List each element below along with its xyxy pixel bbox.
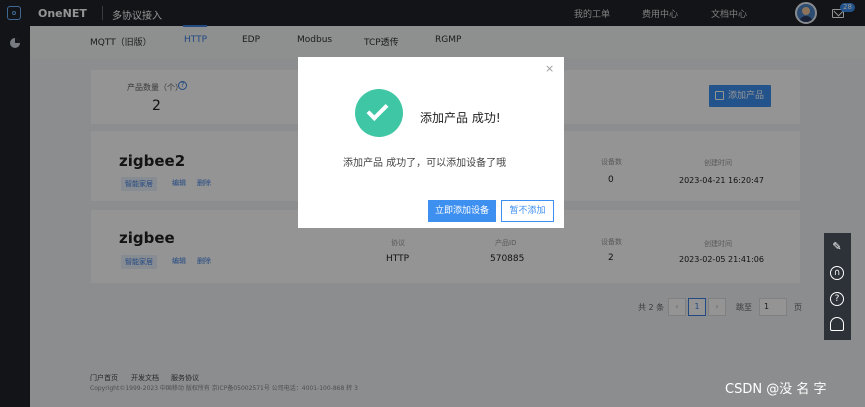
success-check-icon [355, 89, 403, 137]
close-icon[interactable]: × [545, 62, 554, 75]
watermark: CSDN @没 名 字 [725, 382, 827, 397]
dialog-message: 添加产品 成功了，可以添加设备了哦 [343, 158, 507, 169]
add-device-now-button[interactable]: 立即添加设备 [428, 200, 496, 222]
skip-button[interactable]: 暂不添加 [501, 200, 554, 222]
edit-icon[interactable]: ✎ [830, 241, 844, 255]
dialog-title: 添加产品 成功! [420, 111, 501, 125]
user-service-icon[interactable] [830, 317, 844, 331]
floating-toolbar: ✎ ∩ ? [824, 233, 851, 340]
help-icon[interactable]: ? [830, 292, 844, 306]
headset-icon[interactable]: ∩ [830, 266, 844, 280]
